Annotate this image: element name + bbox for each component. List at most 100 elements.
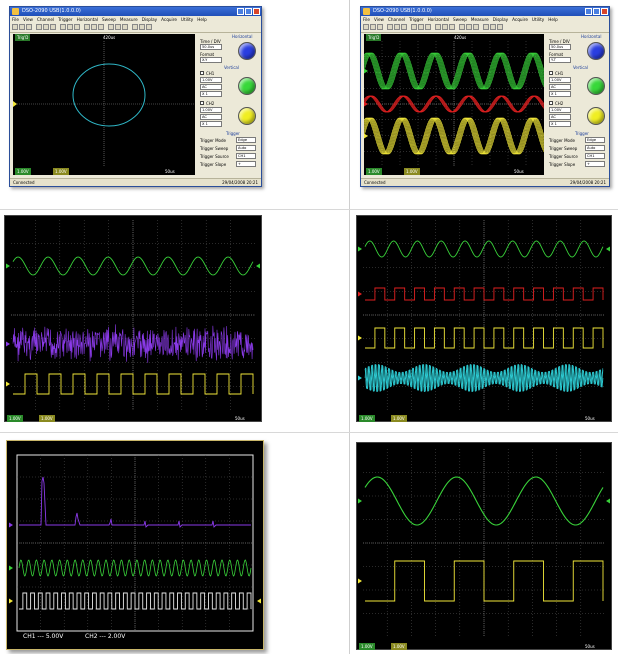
toolbar-button[interactable] (394, 24, 400, 30)
toolbar-button[interactable] (98, 24, 104, 30)
toolbar-button[interactable] (74, 24, 80, 30)
horizontal-knob[interactable] (587, 42, 605, 60)
scope-screen-fft[interactable]: CH1 --- 5.00V CH2 --- 2.00V (6, 440, 264, 650)
toolbar-button[interactable] (370, 24, 376, 30)
menu-file[interactable]: File (363, 17, 370, 22)
close-button[interactable] (253, 8, 260, 15)
toolbar-button[interactable] (26, 24, 32, 30)
toolbar-button[interactable] (490, 24, 496, 30)
menu-utility[interactable]: Utility (181, 17, 193, 22)
format-select[interactable]: Y-T (549, 57, 571, 63)
trigger-sweep-select[interactable]: Auto (585, 145, 605, 151)
menu-measure[interactable]: Measure (471, 17, 489, 22)
menu-display[interactable]: Display (493, 17, 508, 22)
toolbar-button[interactable] (36, 24, 42, 30)
scope-screen[interactable]: Trig'D 420us 1.00V 1.00V 50us (13, 34, 195, 175)
toolbar-button[interactable] (466, 24, 472, 30)
toolbar-button[interactable] (139, 24, 145, 30)
toolbar-button[interactable] (442, 24, 448, 30)
timediv-select[interactable]: 50.0us (200, 44, 222, 50)
toolbar-button[interactable] (497, 24, 503, 30)
format-select[interactable]: X-Y (200, 57, 222, 63)
menu-acquire[interactable]: Acquire (161, 17, 177, 22)
menu-channel[interactable]: Channel (388, 17, 405, 22)
toolbar-button[interactable] (115, 24, 121, 30)
toolbar-button[interactable] (363, 24, 369, 30)
toolbar-button[interactable] (425, 24, 431, 30)
ch1-probe-select[interactable]: X 1 (200, 91, 222, 97)
menu-sweep[interactable]: Sweep (102, 17, 116, 22)
ch1-coupling-select[interactable]: AC (549, 84, 571, 90)
ch2-checkbox[interactable] (200, 101, 204, 105)
maximize-button[interactable] (245, 8, 252, 15)
toolbar-button[interactable] (435, 24, 441, 30)
toolbar-button[interactable] (387, 24, 393, 30)
toolbar-button[interactable] (459, 24, 465, 30)
ch2-coupling-select[interactable]: AC (549, 114, 571, 120)
ch2-checkbox[interactable] (549, 101, 553, 105)
menu-trigger[interactable]: Trigger (409, 17, 423, 22)
ch1-volt-select[interactable]: 1.00V (200, 77, 222, 83)
menu-horizontal[interactable]: Horizontal (77, 17, 98, 22)
toolbar-button[interactable] (60, 24, 66, 30)
menu-view[interactable]: View (374, 17, 384, 22)
trigger-slope-select[interactable]: + (585, 161, 605, 167)
toolbar-button[interactable] (12, 24, 18, 30)
toolbar-button[interactable] (377, 24, 383, 30)
menu-horizontal[interactable]: Horizontal (428, 17, 449, 22)
toolbar-button[interactable] (146, 24, 152, 30)
toolbar-button[interactable] (473, 24, 479, 30)
ch2-knob[interactable] (587, 107, 605, 125)
timediv-select[interactable]: 50.0us (549, 44, 571, 50)
scope-screen-four-channels[interactable]: 1.00V 1.00V 50us (356, 215, 612, 422)
ch2-volt-select[interactable]: 1.00V (200, 107, 222, 113)
menu-measure[interactable]: Measure (120, 17, 138, 22)
ch1-probe-select[interactable]: X 1 (549, 91, 571, 97)
ch2-volt-select[interactable]: 1.00V (549, 107, 571, 113)
trigger-source-select[interactable]: CH1 (585, 153, 605, 159)
minimize-button[interactable] (237, 8, 244, 15)
ch2-probe-select[interactable]: X 1 (200, 121, 222, 127)
menu-help[interactable]: Help (548, 17, 558, 22)
trigger-sweep-select[interactable]: Auto (236, 145, 256, 151)
ch2-knob[interactable] (238, 107, 256, 125)
toolbar-button[interactable] (418, 24, 424, 30)
toolbar-button[interactable] (108, 24, 114, 30)
scope-screen[interactable]: Trig'D 420us 1.00V 1.00V 50us (364, 34, 544, 175)
toolbar-button[interactable] (84, 24, 90, 30)
maximize-button[interactable] (593, 8, 600, 15)
menu-utility[interactable]: Utility (532, 17, 544, 22)
horizontal-knob[interactable] (238, 42, 256, 60)
toolbar-button[interactable] (449, 24, 455, 30)
minimize-button[interactable] (585, 8, 592, 15)
ch2-probe-select[interactable]: X 1 (549, 121, 571, 127)
toolbar-button[interactable] (91, 24, 97, 30)
toolbar-button[interactable] (43, 24, 49, 30)
toolbar-button[interactable] (411, 24, 417, 30)
toolbar-button[interactable] (401, 24, 407, 30)
scope-screen-sine-noise-square[interactable]: 1.00V 1.00V 50us (4, 215, 262, 422)
toolbar-button[interactable] (19, 24, 25, 30)
trigger-slope-select[interactable]: + (236, 161, 256, 167)
trigger-mode-select[interactable]: Edge (585, 137, 605, 143)
menu-acquire[interactable]: Acquire (512, 17, 528, 22)
toolbar-button[interactable] (132, 24, 138, 30)
menu-sweep[interactable]: Sweep (453, 17, 467, 22)
toolbar-button[interactable] (50, 24, 56, 30)
scope-screen-sine-square[interactable]: 1.00V 1.00V 50us (356, 442, 612, 650)
menu-view[interactable]: View (23, 17, 33, 22)
menu-channel[interactable]: Channel (37, 17, 54, 22)
toolbar-button[interactable] (67, 24, 73, 30)
menu-file[interactable]: File (12, 17, 19, 22)
ch1-knob[interactable] (238, 77, 256, 95)
menu-help[interactable]: Help (197, 17, 207, 22)
trigger-mode-select[interactable]: Edge (236, 137, 256, 143)
menu-trigger[interactable]: Trigger (58, 17, 72, 22)
ch1-checkbox[interactable] (549, 71, 553, 75)
close-button[interactable] (601, 8, 608, 15)
ch2-coupling-select[interactable]: AC (200, 114, 222, 120)
toolbar-button[interactable] (122, 24, 128, 30)
ch1-checkbox[interactable] (200, 71, 204, 75)
ch1-coupling-select[interactable]: AC (200, 84, 222, 90)
toolbar-button[interactable] (483, 24, 489, 30)
